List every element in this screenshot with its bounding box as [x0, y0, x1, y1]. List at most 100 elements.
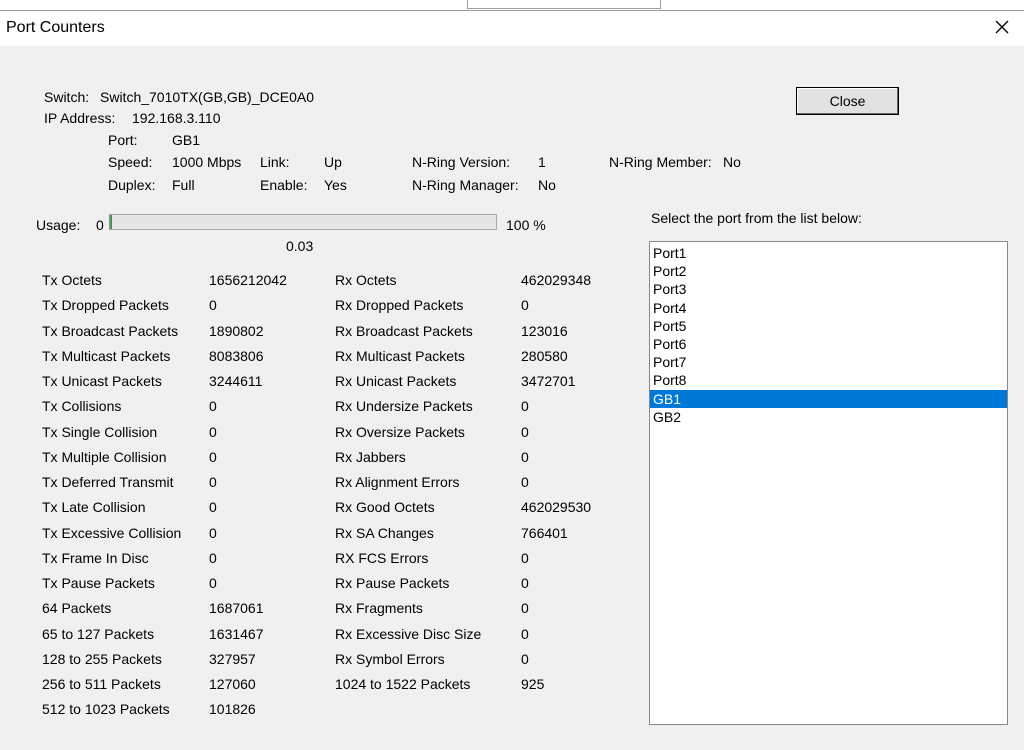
counter-value: 101826: [209, 701, 256, 717]
counter-value: 0: [521, 550, 529, 566]
usage-label: Usage:: [36, 217, 80, 233]
port-list-item[interactable]: Port1: [650, 244, 1007, 262]
port-value: GB1: [172, 132, 200, 148]
counter-label: Rx Octets: [335, 272, 396, 288]
counter-value: 3472701: [521, 373, 576, 389]
speed-value: 1000 Mbps: [172, 154, 241, 170]
counter-label: RX FCS Errors: [335, 550, 428, 566]
counter-label: 65 to 127 Packets: [42, 626, 154, 642]
counter-label: Rx Multicast Packets: [335, 348, 465, 364]
counter-value: 462029348: [521, 272, 591, 288]
switch-value: Switch_7010TX(GB,GB)_DCE0A0: [100, 89, 314, 105]
counter-label: Rx Symbol Errors: [335, 651, 445, 667]
counter-label: Tx Multicast Packets: [42, 348, 170, 364]
counter-value: 0: [209, 525, 217, 541]
port-list-item[interactable]: Port4: [650, 299, 1007, 317]
enable-label: Enable:: [260, 177, 307, 193]
port-list-item[interactable]: Port5: [650, 317, 1007, 335]
speed-label: Speed:: [108, 154, 152, 170]
counter-label: 512 to 1023 Packets: [42, 701, 170, 717]
counter-value: 327957: [209, 651, 256, 667]
title-bar: Port Counters: [0, 11, 1024, 46]
dialog-title: Port Counters: [6, 19, 105, 37]
counter-value: 127060: [209, 676, 256, 692]
counter-label: Tx Pause Packets: [42, 575, 155, 591]
counter-label: 1024 to 1522 Packets: [335, 676, 470, 692]
counter-value: 0: [521, 424, 529, 440]
port-list-item[interactable]: Port8: [650, 371, 1007, 389]
counter-value: 0: [521, 600, 529, 616]
counter-label: Rx Dropped Packets: [335, 297, 463, 313]
counter-label: 64 Packets: [42, 600, 111, 616]
counter-label: 256 to 511 Packets: [42, 676, 161, 692]
counter-value: 0: [209, 297, 217, 313]
counter-label: Rx Good Octets: [335, 499, 435, 515]
counter-value: 0: [521, 474, 529, 490]
window-close-button[interactable]: [980, 11, 1024, 46]
counter-label: Rx Alignment Errors: [335, 474, 459, 490]
counter-label: Tx Single Collision: [42, 424, 157, 440]
counter-value: 0: [209, 398, 217, 414]
counter-label: Rx Jabbers: [335, 449, 406, 465]
counter-label: Rx Undersize Packets: [335, 398, 473, 414]
counter-value: 8083806: [209, 348, 264, 364]
counter-value: 0: [209, 449, 217, 465]
counter-label: 128 to 255 Packets: [42, 651, 162, 667]
nring-manager-label: N-Ring Manager:: [412, 177, 519, 193]
port-list-item[interactable]: Port6: [650, 335, 1007, 353]
counter-label: Rx Fragments: [335, 600, 423, 616]
close-icon: [995, 20, 1009, 37]
counter-label: Rx Broadcast Packets: [335, 323, 473, 339]
counter-label: Tx Excessive Collision: [42, 525, 181, 541]
nring-manager-value: No: [538, 177, 556, 193]
close-button[interactable]: Close: [796, 87, 899, 115]
counter-label: Tx Frame In Disc: [42, 550, 149, 566]
counter-value: 0: [209, 550, 217, 566]
counter-label: Tx Octets: [42, 272, 102, 288]
counter-label: Tx Late Collision: [42, 499, 146, 515]
counter-value: 1890802: [209, 323, 264, 339]
counter-value: 0: [521, 651, 529, 667]
counter-value: 0: [209, 474, 217, 490]
counter-label: Rx SA Changes: [335, 525, 434, 541]
counter-value: 0: [521, 449, 529, 465]
port-list-item[interactable]: GB1: [650, 390, 1007, 408]
port-counters-dialog: Port Counters Switch: Switch_7010TX(GB,G…: [0, 10, 1024, 750]
port-list-item[interactable]: Port3: [650, 280, 1007, 298]
link-label: Link:: [260, 154, 290, 170]
counter-value: 0: [521, 626, 529, 642]
ip-value: 192.168.3.110: [132, 110, 221, 126]
counter-value: 766401: [521, 525, 568, 541]
counter-label: Rx Unicast Packets: [335, 373, 456, 389]
usage-progress-bar: [109, 214, 497, 230]
usage-max: 100 %: [506, 217, 546, 233]
counter-value: 1631467: [209, 626, 264, 642]
port-label: Port:: [108, 132, 138, 148]
enable-value: Yes: [324, 177, 347, 193]
counter-value: 3244611: [209, 373, 262, 389]
ip-label: IP Address:: [44, 110, 115, 126]
counter-label: Tx Deferred Transmit: [42, 474, 173, 490]
counter-label: Tx Broadcast Packets: [42, 323, 178, 339]
port-list-item[interactable]: Port2: [650, 262, 1007, 280]
port-list-item[interactable]: Port7: [650, 353, 1007, 371]
usage-value: 0.03: [286, 238, 313, 254]
counter-value: 0: [209, 499, 217, 515]
counter-value: 0: [209, 424, 217, 440]
counter-value: 0: [521, 297, 529, 313]
switch-label: Switch:: [44, 89, 89, 105]
counter-label: Tx Multiple Collision: [42, 449, 166, 465]
nring-member-label: N-Ring Member:: [609, 154, 712, 170]
close-button-label: Close: [830, 93, 866, 109]
port-listbox[interactable]: Port1Port2Port3Port4Port5Port6Port7Port8…: [649, 241, 1008, 725]
nring-version-value: 1: [538, 154, 546, 170]
port-list-prompt: Select the port from the list below:: [651, 210, 862, 226]
counter-value: 0: [521, 398, 529, 414]
nring-version-label: N-Ring Version:: [412, 154, 510, 170]
port-list-item[interactable]: GB2: [650, 408, 1007, 426]
duplex-value: Full: [172, 177, 195, 193]
counter-value: 462029530: [521, 499, 591, 515]
counter-label: Tx Dropped Packets: [42, 297, 169, 313]
duplex-label: Duplex:: [108, 177, 155, 193]
background-window-edge: [467, 0, 661, 9]
